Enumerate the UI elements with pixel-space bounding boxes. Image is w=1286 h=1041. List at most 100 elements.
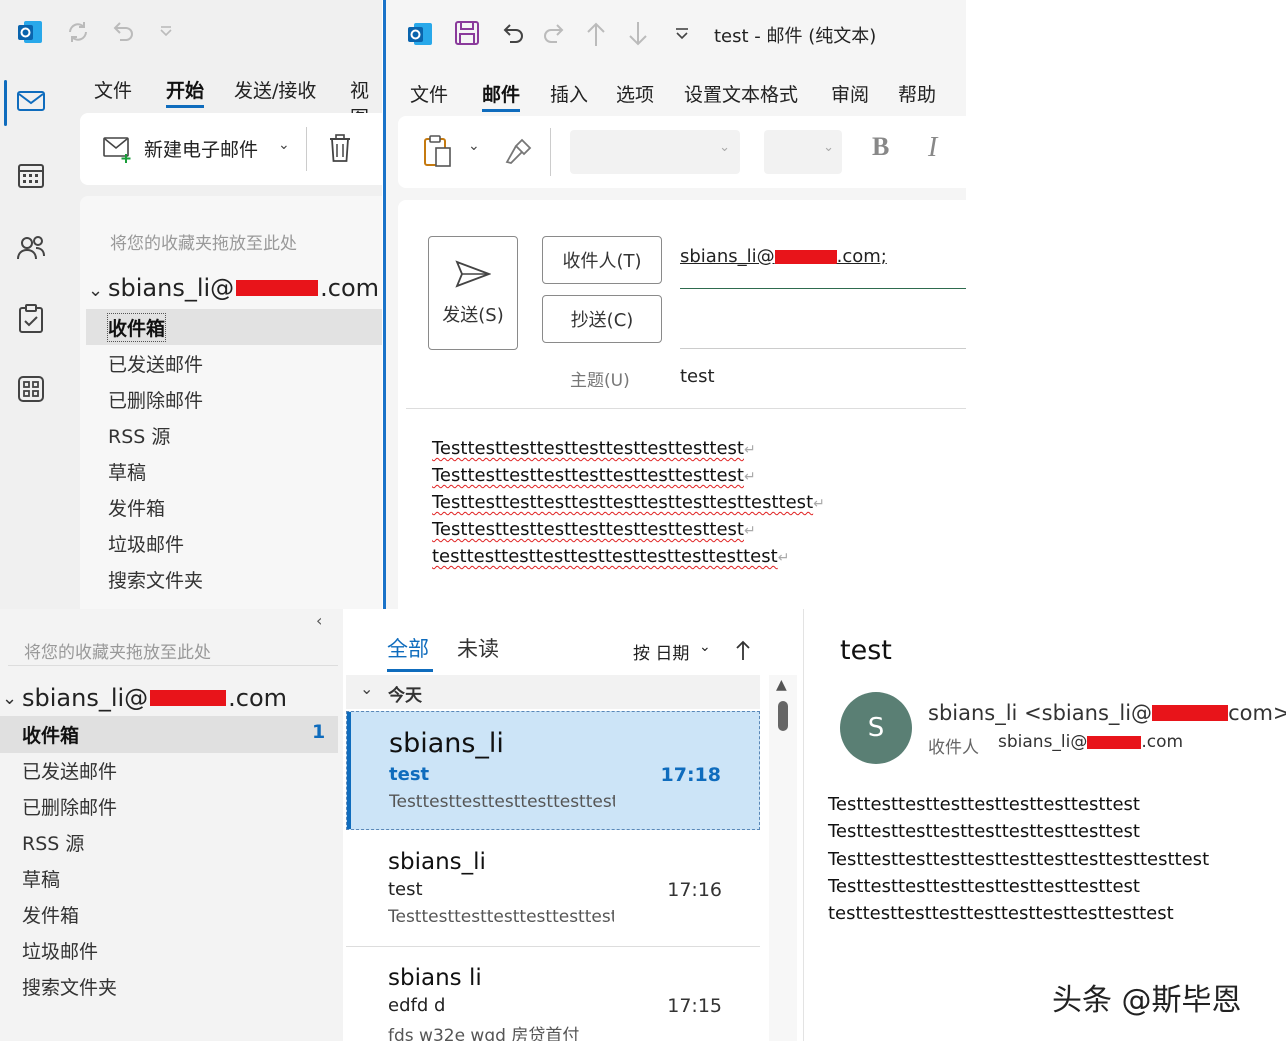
group-header-today[interactable]: ⌄ 今天 [346,675,760,709]
chevron-down-icon[interactable]: ⌄ [2,688,17,709]
send-button[interactable]: 发送(S) [428,236,518,350]
message-preview: Testtesttesttesttesttesttest [388,907,614,927]
folder-sent[interactable]: 已发送邮件 [22,757,117,784]
folder-junk[interactable]: 垃圾邮件 [108,530,184,557]
account-header[interactable]: sbians_li@ .com [108,274,379,302]
collapse-pane-icon[interactable]: ‹ [316,611,322,630]
folder-outbox[interactable]: 发件箱 [22,901,79,928]
message-item[interactable]: sbians_li test 17:16 Testtesttesttesttes… [346,831,760,947]
message-item-selected[interactable]: sbians_li test 17:18 Testtesttesttesttes… [346,711,760,830]
menu-message[interactable]: 邮件 [482,80,521,112]
menu-options[interactable]: 选项 [616,80,654,107]
folder-deleted[interactable]: 已删除邮件 [22,793,117,820]
folder-rss[interactable]: RSS 源 [108,422,170,449]
to-label: 收件人 [928,738,979,758]
body-line[interactable]: testtesttesttesttesttesttesttesttesttest… [432,546,789,567]
folder-search[interactable]: 搜索文件夹 [108,566,203,593]
apps-icon[interactable] [14,372,48,406]
folder-drafts[interactable]: 草稿 [108,458,146,485]
menu-send-receive[interactable]: 发送/接收 [234,76,316,103]
folder-sent[interactable]: 已发送邮件 [108,350,203,377]
cc-field[interactable] [680,348,966,349]
folder-junk[interactable]: 垃圾邮件 [22,937,98,964]
scrollbar[interactable]: ▲ [769,675,797,1041]
scroll-up-icon[interactable]: ▲ [776,677,787,693]
mail-icon[interactable] [14,84,48,118]
message-item[interactable]: sbians li edfd d 17:15 fds w32e wqd 房贷首付 [346,949,760,1041]
body-line[interactable]: Testtesttesttesttesttesttesttesttest↵ [432,465,756,486]
paragraph-mark-icon: ↵ [813,496,825,512]
avatar[interactable]: S [840,692,912,764]
tab-all[interactable]: 全部 [387,633,429,663]
message-sender: sbians_li [389,728,504,759]
to-field[interactable]: sbians_li@ .com; [680,246,887,267]
chevron-down-icon[interactable]: ⌄ [88,280,103,301]
paragraph-mark-icon: ↵ [744,469,756,485]
favorites-hint: 将您的收藏夹拖放至此处 [110,234,297,254]
font-name-select[interactable]: ⌄ [570,130,740,174]
redo-icon[interactable] [541,20,569,52]
bold-icon[interactable]: B [872,132,889,162]
folder-search[interactable]: 搜索文件夹 [22,973,117,1000]
folder-outbox[interactable]: 发件箱 [108,494,165,521]
undo-icon[interactable] [108,18,136,46]
new-email-dropdown-icon[interactable]: ⌄ [278,137,290,153]
menu-file[interactable]: 文件 [94,76,132,103]
paragraph-mark-icon: ↵ [744,442,756,458]
header-divider [406,408,966,409]
sort-by-date-button[interactable]: 按 日期 [633,639,689,664]
message-subject: test [389,764,430,785]
folder-inbox[interactable]: 收件箱 [22,721,79,748]
save-icon[interactable] [454,20,480,50]
paste-dropdown-icon[interactable]: ⌄ [468,138,480,154]
redaction-mark [150,690,227,706]
to-button[interactable]: 收件人(T) [542,236,662,284]
tab-unread[interactable]: 未读 [457,633,499,663]
tasks-icon[interactable] [14,302,48,336]
italic-icon[interactable]: I [928,132,937,164]
menu-format-text[interactable]: 设置文本格式 [684,80,798,107]
menu-help[interactable]: 帮助 [898,80,936,107]
reading-body-line: Testtesttesttesttesttesttesttesttest [828,794,1140,815]
cc-button[interactable]: 抄送(C) [542,295,662,343]
account-header[interactable]: sbians_li@ .com [22,684,287,712]
reading-to[interactable]: sbians_li@ .com [998,732,1183,752]
menu-insert[interactable]: 插入 [550,80,588,107]
menu-file[interactable]: 文件 [410,80,448,107]
sort-dropdown-icon[interactable]: ⌄ [699,639,711,655]
group-collapse-icon[interactable]: ⌄ [360,679,373,698]
folder-drafts[interactable]: 草稿 [22,865,60,892]
customize-qat-icon[interactable] [672,24,692,48]
next-item-icon[interactable] [626,20,650,52]
folder-inbox[interactable]: 收件箱 [106,313,167,342]
people-icon[interactable] [14,230,48,264]
sync-icon[interactable] [64,18,92,46]
folder-deleted[interactable]: 已删除邮件 [108,386,203,413]
menu-home[interactable]: 开始 [166,76,205,108]
sort-direction-icon[interactable] [735,639,751,665]
paste-icon[interactable] [422,134,452,172]
body-line[interactable]: Testtesttesttesttesttesttesttesttest↵ [432,438,756,459]
font-name-dropdown-icon: ⌄ [719,140,730,155]
calendar-icon[interactable] [14,158,48,192]
body-line[interactable]: Testtesttesttesttesttesttesttesttest↵ [432,519,756,540]
body-line[interactable]: Testtesttesttesttesttesttesttesttesttest… [432,492,825,513]
avatar-initial: S [867,713,885,743]
undo-icon[interactable] [498,20,526,52]
subject-field[interactable]: test [680,366,715,387]
reading-body-line: Testtesttesttesttesttesttesttesttesttest… [828,849,1210,870]
compose-body: 发送(S) 收件人(T) 抄送(C) sbians_li@ .com; 主题(U… [398,200,966,609]
font-size-select[interactable]: ⌄ [764,130,842,174]
message-sender: sbians li [388,965,482,991]
format-painter-icon[interactable] [504,136,534,170]
delete-icon[interactable] [328,133,352,167]
new-email-button[interactable]: 新建电子邮件 [144,135,258,162]
to-prefix: sbians_li@ [998,732,1088,752]
previous-item-icon[interactable] [584,20,608,52]
menu-review[interactable]: 审阅 [831,80,869,107]
folder-rss[interactable]: RSS 源 [22,829,84,856]
scroll-thumb[interactable] [778,701,788,731]
message-time: 17:15 [667,995,722,1017]
customize-qat-icon[interactable] [152,18,180,46]
reading-from[interactable]: sbians_li <sbians_li@ com> [928,701,1286,725]
